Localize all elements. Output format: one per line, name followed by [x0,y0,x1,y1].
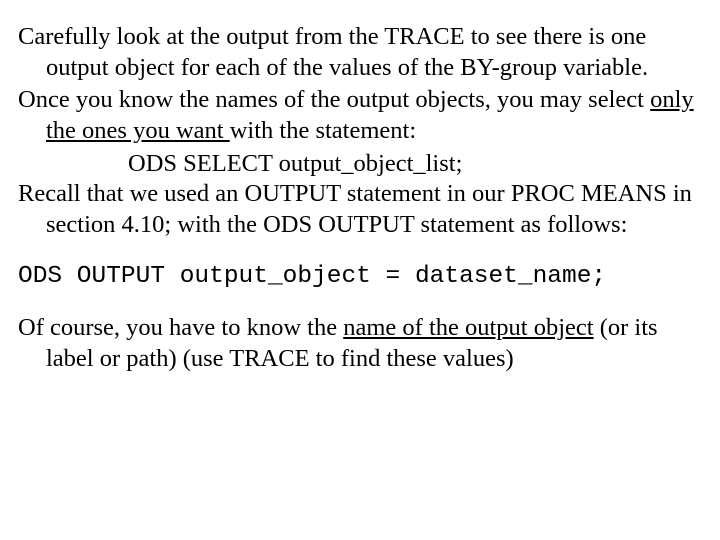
text: Carefully look at the output from the TR… [18,23,648,81]
paragraph-select: Once you know the names of the output ob… [18,85,702,146]
text: with the statement: [230,117,416,144]
ods-output-statement: ODS OUTPUT output_object = dataset_name; [18,262,702,293]
code-text: ODS SELECT output_object_list; [128,150,462,177]
slide-body: Carefully look at the output from the TR… [0,0,720,374]
code-text: ODS OUTPUT output_object = dataset_name; [18,263,606,290]
paragraph-name-of-object: Of course, you have to know the name of … [18,313,702,374]
paragraph-output-statement: Recall that we used an OUTPUT statement … [18,179,702,240]
text: Recall that we used an OUTPUT statement … [18,180,692,238]
text: Once you know the names of the output ob… [18,86,650,113]
spacer [18,242,702,262]
ods-select-statement: ODS SELECT output_object_list; [18,149,702,180]
paragraph-trace-output: Carefully look at the output from the TR… [18,22,702,83]
spacer [18,293,702,313]
text: Of course, you have to know the [18,314,343,341]
underlined-phrase: name of the output object [343,314,593,341]
